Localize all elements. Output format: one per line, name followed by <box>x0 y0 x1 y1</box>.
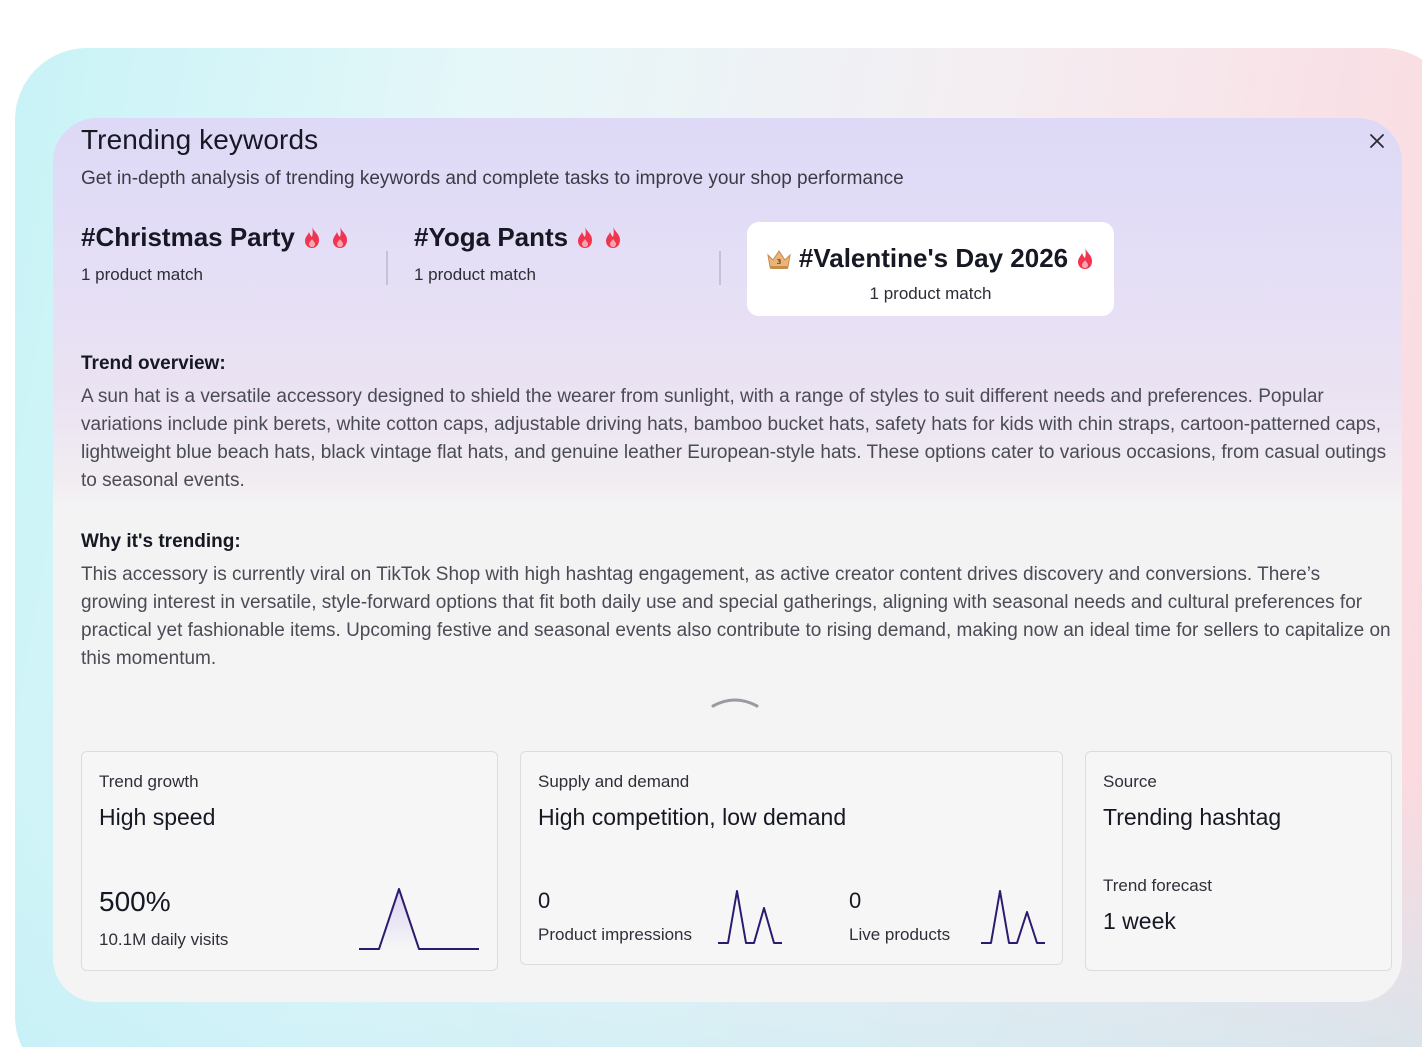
dialog-subtitle: Get in-depth analysis of trending keywor… <box>81 168 904 189</box>
source-card: Source Trending hashtag Trend forecast 1… <box>1085 751 1392 971</box>
product-impressions-label: Product impressions <box>538 925 693 944</box>
live-products-sparkline <box>980 888 1046 944</box>
collapse-chevron-button[interactable] <box>711 696 759 708</box>
fire-icon <box>301 226 323 250</box>
trending-keywords-dialog: Trending keywords Get in-depth analysis … <box>53 118 1402 1002</box>
fire-icon <box>574 226 596 250</box>
chevron-up-icon <box>711 698 759 708</box>
dialog-title: Trending keywords <box>81 124 319 155</box>
card-label: Source <box>1103 772 1157 791</box>
card-value: High competition, low demand <box>538 804 847 830</box>
card-label: Trend growth <box>99 772 199 791</box>
close-icon <box>1370 134 1384 148</box>
keyword-name: #Valentine's Day 2026 <box>798 243 1069 273</box>
keyword-tab-yoga-pants[interactable]: #Yoga Pants 1 product match <box>414 222 624 285</box>
trend-growth-card: Trend growth High speed 500% 10.1M daily… <box>81 751 498 971</box>
divider <box>386 251 388 285</box>
product-impressions-value: 0 <box>538 888 551 913</box>
trend-forecast-label: Trend forecast <box>1103 876 1212 895</box>
trend-overview-heading: Trend overview: <box>81 353 226 374</box>
crown-rank-icon: 3 <box>765 247 793 271</box>
card-label: Supply and demand <box>538 772 690 791</box>
keyword-tab-christmas-party[interactable]: #Christmas Party 1 product match <box>81 222 351 285</box>
divider <box>719 251 721 285</box>
keyword-name: #Yoga Pants <box>414 222 569 252</box>
keyword-name: #Christmas Party <box>81 222 295 252</box>
fire-icon <box>1074 247 1096 271</box>
keyword-match-count: 1 product match <box>414 265 536 284</box>
fire-icon <box>602 226 624 250</box>
close-button[interactable] <box>1366 130 1388 152</box>
live-products-value: 0 <box>849 888 862 913</box>
trend-growth-sparkline <box>357 885 481 951</box>
trend-overview-text: A sun hat is a versatile accessory desig… <box>81 386 1387 491</box>
why-trending-heading: Why it's trending: <box>81 531 241 552</box>
growth-percentage: 500% <box>99 886 171 917</box>
fire-icon <box>329 226 351 250</box>
card-value: Trending hashtag <box>1103 804 1282 830</box>
live-products-label: Live products <box>849 925 951 944</box>
trend-forecast-value: 1 week <box>1103 908 1176 934</box>
why-trending-text: This accessory is currently viral on Tik… <box>81 564 1391 669</box>
keyword-match-count: 1 product match <box>869 284 992 303</box>
supply-demand-card: Supply and demand High competition, low … <box>520 751 1063 965</box>
rank-number: 3 <box>776 258 781 266</box>
keyword-tab-valentines-day-2026[interactable]: 3 #Valentine's Day 2026 1 product match <box>747 222 1114 316</box>
card-value: High speed <box>99 804 216 830</box>
keyword-match-count: 1 product match <box>81 265 203 284</box>
product-impressions-sparkline <box>717 888 783 944</box>
daily-visits: 10.1M daily visits <box>99 930 229 949</box>
